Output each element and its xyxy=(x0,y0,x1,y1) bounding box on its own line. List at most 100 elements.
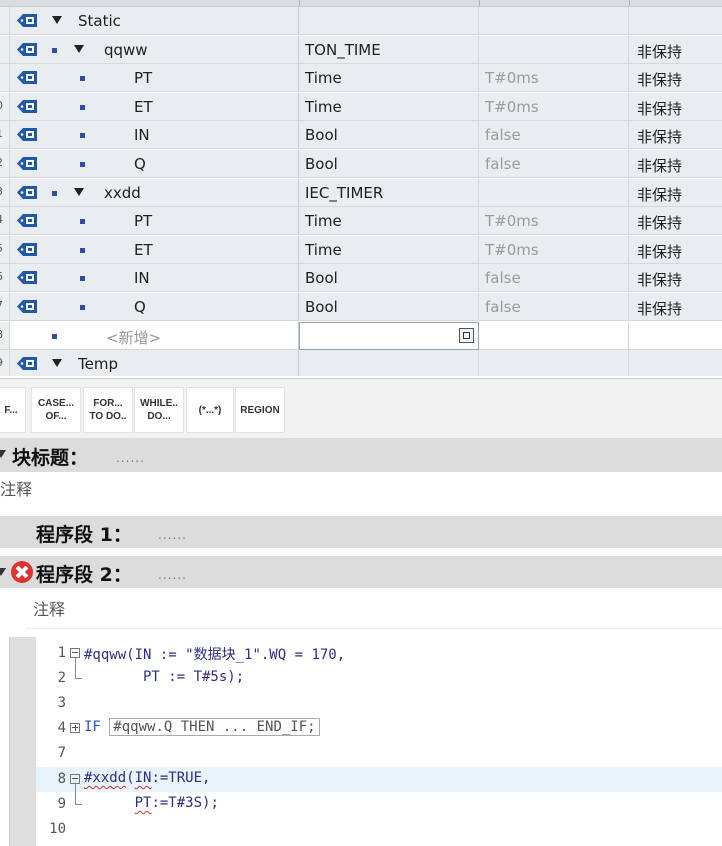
region-button[interactable]: REGION xyxy=(235,387,285,433)
default-value-cell[interactable] xyxy=(479,36,629,64)
segment-2-comment-area[interactable]: 注释 xyxy=(26,592,722,629)
name-cell[interactable]: Temp xyxy=(10,350,299,376)
code-line[interactable]: 7 xyxy=(36,741,722,766)
block-title-bar[interactable]: 块标题： ...... xyxy=(0,438,722,472)
code-line-current[interactable]: 8 #xxdd(IN:=TRUE, xyxy=(36,767,722,792)
table-row[interactable]: qqww TON_TIME 非保持 xyxy=(0,36,722,64)
name-cell[interactable]: xxdd xyxy=(10,179,299,207)
default-value-cell[interactable]: T#0ms xyxy=(479,93,629,121)
name-cell[interactable]: qqww xyxy=(10,36,299,64)
comment-button[interactable]: (*...*) xyxy=(186,387,234,433)
data-type-cell[interactable]: Time xyxy=(299,207,479,235)
scl-code-editor[interactable]: 1 #qqww(IN := "数据块_1".WQ = 170, 2 PT := … xyxy=(9,637,722,846)
data-type-cell[interactable] xyxy=(299,7,479,35)
retain-cell[interactable]: 非保持 xyxy=(629,264,722,292)
name-cell[interactable]: Static xyxy=(10,7,299,35)
name-cell[interactable]: IN xyxy=(10,264,299,292)
data-type-cell[interactable]: Time xyxy=(299,93,479,121)
expand-triangle-icon[interactable] xyxy=(74,188,84,196)
expand-triangle-icon[interactable] xyxy=(52,359,62,367)
collapse-arrow-icon[interactable] xyxy=(0,568,6,576)
table-row[interactable]: Static xyxy=(0,7,722,35)
default-value-cell[interactable]: false xyxy=(479,121,629,149)
data-type-cell[interactable]: Bool xyxy=(299,264,479,292)
table-row[interactable]: 7 Q Bool false 非保持 xyxy=(0,293,722,321)
data-type-cell[interactable]: Time xyxy=(299,64,479,92)
expand-triangle-icon[interactable] xyxy=(74,45,84,53)
default-value-cell[interactable] xyxy=(479,350,629,376)
retain-cell[interactable] xyxy=(629,350,722,376)
table-row[interactable]: 5 ET Time T#0ms 非保持 xyxy=(0,236,722,264)
table-row[interactable]: 6 IN Bool false 非保持 xyxy=(0,264,722,292)
table-row[interactable]: 0 ET Time T#0ms 非保持 xyxy=(0,93,722,121)
default-value-cell[interactable] xyxy=(479,322,629,350)
type-picker-icon[interactable] xyxy=(459,328,474,343)
default-value-cell[interactable]: T#0ms xyxy=(479,236,629,264)
retain-cell[interactable]: 非保持 xyxy=(629,93,722,121)
fold-plus-icon[interactable] xyxy=(70,723,80,733)
retain-cell[interactable]: 非保持 xyxy=(629,207,722,235)
data-type-cell[interactable]: Bool xyxy=(299,293,479,321)
name-cell[interactable]: PT xyxy=(10,207,299,235)
table-row[interactable]: 2 Q Bool false 非保持 xyxy=(0,150,722,178)
default-value-cell[interactable]: T#0ms xyxy=(479,207,629,235)
segment-1-header[interactable]: 程序段 1： ...... xyxy=(0,516,722,548)
code-line[interactable]: 1 #qqww(IN := "数据块_1".WQ = 170, xyxy=(36,641,722,666)
retain-cell[interactable] xyxy=(629,322,722,350)
block-comment-area[interactable]: 注释 xyxy=(0,472,722,514)
default-value-cell[interactable]: false xyxy=(479,293,629,321)
default-value-cell[interactable]: false xyxy=(479,150,629,178)
code-line[interactable]: 9 PT:=T#3S); xyxy=(36,784,722,817)
data-type-cell[interactable] xyxy=(299,350,479,376)
code-line[interactable]: 10 xyxy=(36,817,722,842)
name-cell[interactable]: Q xyxy=(10,293,299,321)
name-cell[interactable]: <新增> xyxy=(10,322,299,350)
data-type-cell[interactable]: IEC_TIMER xyxy=(299,179,479,207)
data-type-cell[interactable]: Bool xyxy=(299,121,479,149)
retain-cell[interactable]: 非保持 xyxy=(629,236,722,264)
segment-2-title-placeholder[interactable]: ...... xyxy=(158,568,187,582)
table-row[interactable]: PT Time T#0ms 非保持 xyxy=(0,64,722,92)
table-row[interactable]: 3 xxdd IEC_TIMER 非保持 xyxy=(0,179,722,207)
data-type-cell[interactable]: TON_TIME xyxy=(299,36,479,64)
data-type-cell[interactable]: Bool xyxy=(299,150,479,178)
default-value-cell[interactable] xyxy=(479,7,629,35)
name-cell[interactable]: ET xyxy=(10,236,299,264)
data-type-cell[interactable]: Time xyxy=(299,236,479,264)
collapse-arrow-icon[interactable] xyxy=(0,450,6,458)
retain-cell[interactable]: 非保持 xyxy=(629,121,722,149)
fold-minus-icon[interactable] xyxy=(70,648,80,658)
segment-2-header[interactable]: 程序段 2： ...... xyxy=(0,556,722,588)
code-line[interactable]: 3 xyxy=(36,691,722,716)
default-value-cell[interactable]: false xyxy=(479,264,629,292)
for-to-do-button[interactable]: FOR... TO DO.. xyxy=(83,387,133,433)
expand-triangle-icon[interactable] xyxy=(52,16,62,24)
retain-text: 非保持 xyxy=(637,300,683,318)
code-line[interactable]: 2 PT := T#5s); xyxy=(36,658,722,691)
default-value-cell[interactable]: T#0ms xyxy=(479,64,629,92)
while-do-button[interactable]: WHILE.. DO... xyxy=(134,387,184,433)
if-button[interactable]: F... xyxy=(0,387,26,433)
retain-cell[interactable]: 非保持 xyxy=(629,36,722,64)
name-cell[interactable]: PT xyxy=(10,64,299,92)
table-row[interactable]: 4 PT Time T#0ms 非保持 xyxy=(0,207,722,235)
segment-1-title-placeholder[interactable]: ...... xyxy=(158,528,187,542)
default-value-cell[interactable] xyxy=(479,179,629,207)
retain-cell[interactable]: 非保持 xyxy=(629,293,722,321)
name-cell[interactable]: Q xyxy=(10,150,299,178)
retain-cell[interactable]: 非保持 xyxy=(629,150,722,178)
name-cell[interactable]: ET xyxy=(10,93,299,121)
retain-cell[interactable] xyxy=(629,7,722,35)
row-number: 4 xyxy=(0,213,3,226)
name-cell[interactable]: IN xyxy=(10,121,299,149)
table-row[interactable]: 8 <新增> xyxy=(0,322,722,350)
data-type-input[interactable] xyxy=(299,322,479,350)
code-line[interactable]: 4 IF #qqww.Q THEN ... END_IF; xyxy=(36,716,722,741)
fold-minus-icon[interactable] xyxy=(70,774,80,784)
case-of-button[interactable]: CASE... OF... xyxy=(31,387,81,433)
table-row[interactable]: 9 Temp xyxy=(0,350,722,376)
block-title-placeholder[interactable]: ...... xyxy=(116,451,145,465)
retain-cell[interactable]: 非保持 xyxy=(629,64,722,92)
retain-cell[interactable]: 非保持 xyxy=(629,179,722,207)
table-row[interactable]: 1 IN Bool false 非保持 xyxy=(0,121,722,149)
